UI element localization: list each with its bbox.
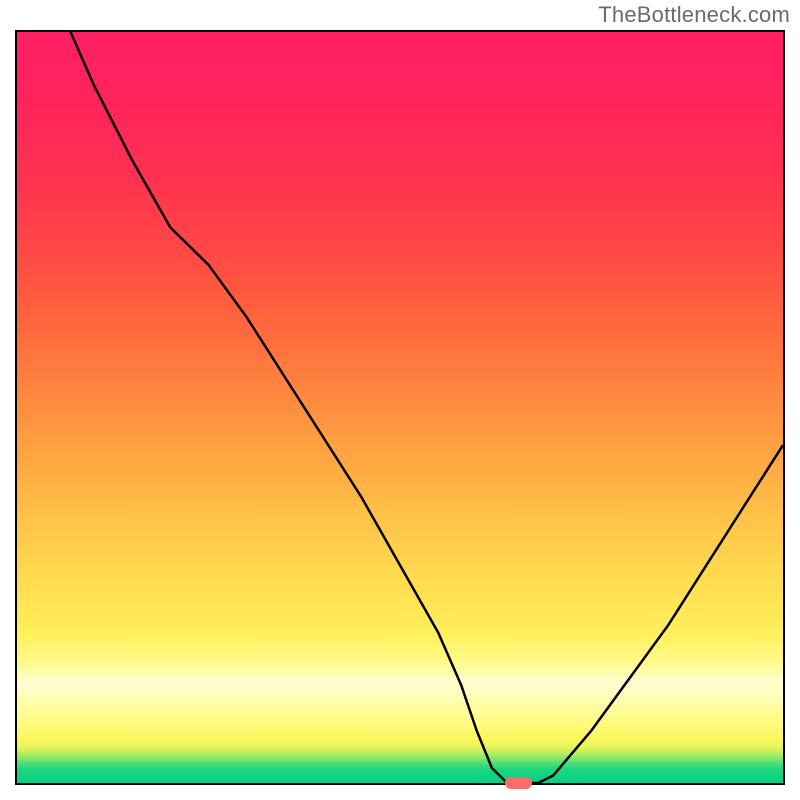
optimal-point-marker [505,777,532,789]
bottleneck-curve-path [71,32,783,783]
bottleneck-chart: TheBottleneck.com [0,0,800,800]
curve-layer [17,32,783,783]
plot-area [15,30,785,785]
watermark-text: TheBottleneck.com [598,2,790,28]
